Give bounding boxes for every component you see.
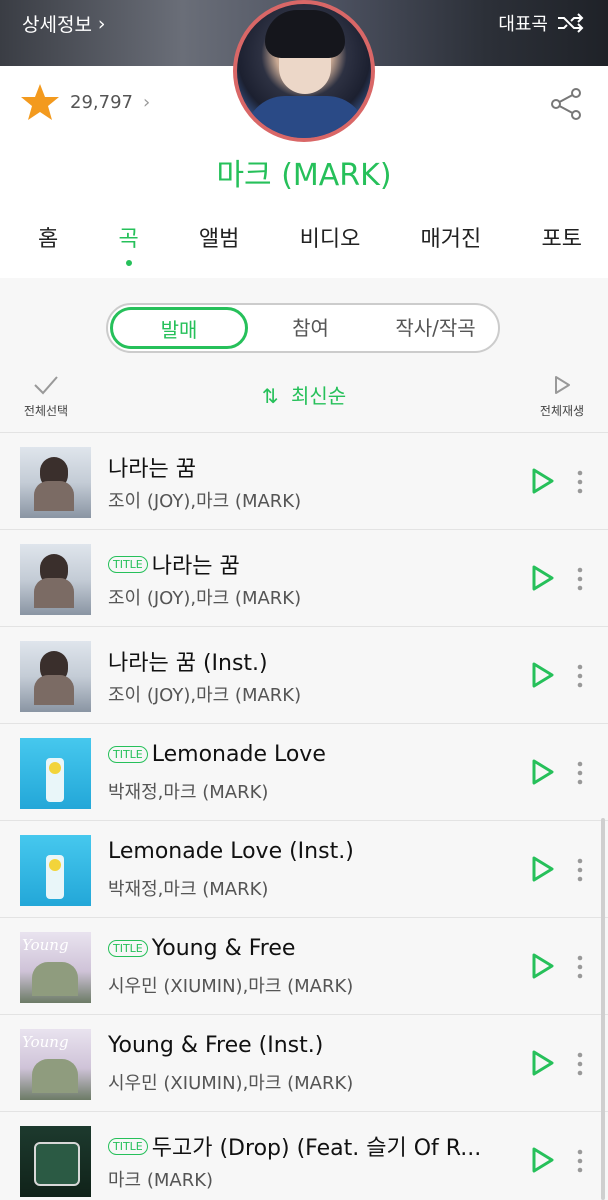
like-stats[interactable]: 29,797 ›: [20, 82, 150, 122]
album-cover: [20, 1126, 91, 1197]
more-options-icon[interactable]: [572, 566, 588, 592]
filter-lyrics-composition[interactable]: 작사/작곡: [373, 305, 498, 351]
title-badge: TITLE: [108, 1137, 148, 1155]
song-title: Lemonade Love (Inst.): [108, 839, 354, 864]
album-cover: [20, 738, 91, 809]
title-badge: TITLE: [108, 746, 148, 763]
song-row[interactable]: 나라는 꿈 조이 (JOY),마크 (MARK): [0, 432, 608, 529]
play-icon[interactable]: [528, 661, 556, 689]
play-icon[interactable]: [528, 855, 556, 883]
song-artist: 마크 (MARK): [108, 1170, 214, 1191]
like-count: 29,797: [70, 91, 133, 113]
song-title-text: 두고가 (Drop) (Feat. 슬기 Of R...: [151, 1136, 482, 1161]
artist-tabs: 홈 곡 앨범 비디오 매거진 포토: [0, 222, 608, 278]
play-all-button[interactable]: 전체재생: [532, 374, 592, 419]
more-options-icon[interactable]: [572, 954, 588, 980]
song-title: TITLE 나라는 꿈: [108, 548, 240, 580]
song-artist: 조이 (JOY),마크 (MARK): [108, 588, 302, 609]
song-title-text: 나라는 꿈: [151, 554, 240, 579]
album-cover: [20, 447, 91, 518]
song-title-text: 나라는 꿈 (Inst.): [108, 651, 268, 676]
song-title: TITLE 두고가 (Drop) (Feat. 슬기 Of R...: [108, 1130, 481, 1162]
song-row[interactable]: TITLE 두고가 (Drop) (Feat. 슬기 Of R... 마크 (MA…: [0, 1111, 608, 1200]
song-title: TITLE Young & Free: [108, 936, 295, 961]
song-row[interactable]: Young & Free (Inst.) 시우민 (XIUMIN),마크 (MA…: [0, 1014, 608, 1111]
song-row[interactable]: TITLE Lemonade Love 박재정,마크 (MARK): [0, 723, 608, 820]
tab-photos[interactable]: 포토: [541, 222, 581, 262]
more-options-icon[interactable]: [572, 857, 588, 883]
title-badge: TITLE: [108, 940, 148, 957]
representative-song-button[interactable]: 대표곡: [498, 10, 584, 36]
play-icon[interactable]: [528, 952, 556, 980]
more-options-icon[interactable]: [572, 1148, 588, 1174]
play-all-label: 전체재생: [539, 404, 585, 418]
song-title: 나라는 꿈 (Inst.): [108, 645, 268, 677]
song-title-text: Young & Free (Inst.): [108, 1033, 324, 1058]
song-title: 나라는 꿈: [108, 451, 196, 483]
filter-segmented-control: 발매 참여 작사/작곡: [106, 303, 500, 353]
play-icon[interactable]: [528, 1049, 556, 1077]
play-icon[interactable]: [528, 564, 556, 592]
play-icon[interactable]: [528, 1146, 556, 1174]
list-controls: 전체선택 ⇅ 최신순 전체재생: [0, 370, 608, 430]
detail-link[interactable]: 상세정보 ›: [22, 10, 106, 37]
song-artist: 시우민 (XIUMIN),마크 (MARK): [108, 1073, 354, 1094]
song-list: 나라는 꿈 조이 (JOY),마크 (MARK) TITLE 나라는 꿈 조이 (…: [0, 432, 608, 1200]
artist-avatar[interactable]: [233, 0, 375, 142]
artist-name: 마크 (MARK): [216, 158, 392, 193]
song-title: Young & Free (Inst.): [108, 1033, 323, 1058]
song-row[interactable]: TITLEYoung & Free 시우민 (XIUMIN),마크 (MARK): [0, 917, 608, 1014]
song-artist: 시우민 (XIUMIN),마크 (MARK): [108, 976, 354, 997]
song-artist: 박재정,마크 (MARK): [108, 782, 269, 803]
scrollbar[interactable]: [601, 818, 605, 1200]
tab-videos[interactable]: 비디오: [300, 222, 361, 262]
song-title-text: 나라는 꿈: [108, 457, 196, 482]
sort-arrows-icon: ⇅: [261, 384, 279, 408]
filter-release[interactable]: 발매: [110, 307, 248, 349]
song-artist: 조이 (JOY),마크 (MARK): [108, 491, 302, 512]
song-title: TITLE Lemonade Love: [108, 742, 326, 767]
song-artist: 박재정,마크 (MARK): [108, 879, 269, 900]
title-badge: TITLE: [108, 555, 148, 573]
filter-participation[interactable]: 참여: [248, 305, 373, 351]
album-cover: [20, 835, 91, 906]
song-title-text: Lemonade Love: [151, 742, 326, 767]
representative-label: 대표곡: [498, 14, 548, 35]
more-options-icon[interactable]: [572, 760, 588, 786]
album-cover: [20, 932, 91, 1003]
shuffle-icon: [558, 13, 584, 33]
album-cover: [20, 1029, 91, 1100]
tab-home[interactable]: 홈: [38, 222, 58, 262]
album-cover: [20, 544, 91, 615]
play-outline-icon: [555, 376, 570, 394]
play-icon[interactable]: [528, 467, 556, 495]
share-icon[interactable]: [548, 86, 584, 122]
star-icon: [21, 84, 59, 120]
song-title-text: Young & Free: [151, 936, 296, 961]
chevron-right-icon: ›: [142, 91, 151, 113]
sort-label: 최신순: [290, 384, 347, 408]
song-row[interactable]: Lemonade Love (Inst.) 박재정,마크 (MARK): [0, 820, 608, 917]
song-artist: 조이 (JOY),마크 (MARK): [108, 685, 302, 706]
album-cover: [20, 641, 91, 712]
detail-link-label: 상세정보: [22, 14, 92, 36]
sort-button[interactable]: ⇅ 최신순: [0, 380, 608, 409]
play-icon[interactable]: [528, 758, 556, 786]
tab-songs[interactable]: 곡: [118, 222, 139, 266]
chevron-right-icon: ›: [97, 12, 106, 35]
tab-albums[interactable]: 앨범: [199, 222, 239, 262]
tab-magazine[interactable]: 매거진: [421, 222, 482, 262]
song-title-text: Lemonade Love (Inst.): [108, 839, 354, 864]
song-row[interactable]: 나라는 꿈 (Inst.) 조이 (JOY),마크 (MARK): [0, 626, 608, 723]
more-options-icon[interactable]: [572, 469, 588, 495]
song-row[interactable]: TITLE 나라는 꿈 조이 (JOY),마크 (MARK): [0, 529, 608, 626]
more-options-icon[interactable]: [572, 1051, 588, 1077]
more-options-icon[interactable]: [572, 663, 588, 689]
